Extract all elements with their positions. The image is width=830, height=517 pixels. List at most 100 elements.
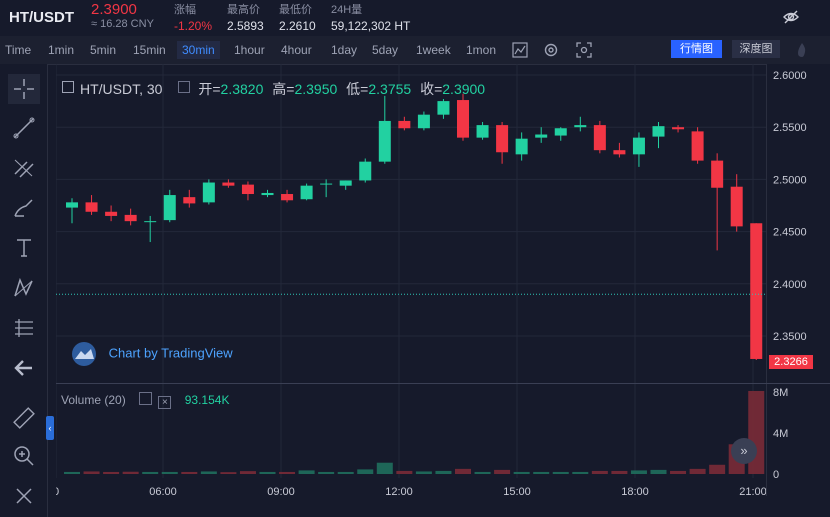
volume-bar	[357, 469, 374, 474]
volume-tick-label: 4M	[773, 428, 788, 440]
text-icon[interactable]	[12, 236, 36, 260]
interval-1min[interactable]: 1min	[48, 43, 74, 57]
legend-low-label: 低=	[346, 81, 369, 97]
interval-15min[interactable]: 15min	[133, 43, 166, 57]
volume-bar	[239, 471, 256, 474]
candle-body	[183, 197, 196, 204]
volume-bar	[318, 471, 335, 474]
volume-bar	[455, 468, 471, 474]
volume-bar	[181, 471, 198, 474]
volume-bar	[689, 468, 706, 474]
candle-body	[320, 183, 333, 185]
stat-label: 涨幅	[174, 4, 196, 16]
legend-settings-icon[interactable]	[178, 81, 191, 93]
candle-body	[554, 128, 567, 136]
candle-body	[417, 114, 430, 129]
candlesticks	[66, 93, 763, 361]
settings-icon[interactable]	[543, 42, 559, 58]
candle-body	[300, 185, 313, 200]
interval-1day[interactable]: 1day	[331, 43, 357, 57]
time-tick-label: 09:00	[267, 486, 295, 496]
drawing-toolbar	[0, 64, 48, 517]
pair-name[interactable]: HT/USDT	[9, 9, 74, 26]
volume-value: 93.154K	[184, 393, 230, 407]
price-tick-label: 2.6000	[773, 70, 807, 82]
volume-bar	[611, 470, 628, 474]
candle-body	[261, 192, 274, 196]
candle-body	[437, 101, 450, 115]
candle-body	[632, 137, 645, 155]
price-axis[interactable]: 2.6000 2.5500 2.5000 2.4500 2.4000 2.3500 8M 4M…	[766, 64, 830, 496]
candle-body	[613, 150, 626, 155]
volume-bar	[474, 471, 491, 474]
trendline-icon[interactable]	[12, 116, 36, 140]
crosshair-icon[interactable]	[8, 74, 40, 104]
candle-body	[105, 211, 118, 216]
candle-body	[85, 202, 98, 212]
legend-close: 2.3900	[442, 81, 486, 97]
candle-body	[750, 223, 763, 359]
flame-icon[interactable]	[794, 42, 810, 58]
stat-volume: 24H量 59,122,302 HT	[331, 1, 410, 33]
interval-30min[interactable]: 30min	[177, 41, 220, 59]
volume-bar	[64, 471, 80, 474]
legend-close-label: 收=	[420, 81, 443, 97]
interval-1week[interactable]: 1week	[416, 43, 451, 57]
measure-icon[interactable]	[12, 316, 36, 340]
stat-value: 2.2610	[279, 19, 316, 33]
magnet-icon[interactable]	[12, 484, 36, 508]
volume-bar	[591, 470, 608, 474]
back-arrow-icon[interactable]	[12, 356, 36, 380]
candle-body	[672, 127, 685, 130]
brush-icon[interactable]	[12, 196, 36, 220]
interval-4hour[interactable]: 4hour	[281, 43, 312, 57]
legend-open: 2.3820	[220, 81, 264, 97]
legend-low: 2.3755	[368, 81, 412, 97]
scroll-to-realtime-button[interactable]: »	[731, 438, 757, 464]
price-tick-label: 2.5500	[773, 122, 807, 134]
price-chart[interactable]: 0 06:00 09:00 12:00 15:00 18:00 21:00	[56, 64, 766, 496]
legend-collapse-icon[interactable]	[62, 81, 74, 93]
volume-tick-label: 8M	[773, 387, 788, 399]
interval-5min[interactable]: 5min	[90, 43, 116, 57]
ruler-icon[interactable]	[12, 406, 36, 430]
volume-legend: Volume (20) × 93.154K	[61, 392, 229, 409]
candle-body	[281, 194, 294, 201]
interval-1hour[interactable]: 1hour	[234, 43, 265, 57]
volume-bar	[103, 471, 120, 474]
candle-body	[574, 125, 587, 128]
volume-bar	[220, 472, 237, 474]
tradingview-watermark[interactable]: Chart by TradingView	[69, 342, 233, 366]
fib-icon[interactable]	[12, 156, 36, 180]
market-chart-button[interactable]: 行情图	[671, 40, 722, 58]
volume-bar	[259, 471, 276, 474]
pattern-icon[interactable]	[12, 276, 36, 300]
interval-5day[interactable]: 5day	[372, 43, 398, 57]
interval-1mon[interactable]: 1mon	[466, 43, 496, 57]
legend-high: 2.3950	[294, 81, 338, 97]
volume-bar	[83, 471, 100, 474]
eye-off-icon[interactable]	[782, 8, 800, 26]
indicator-icon[interactable]	[512, 42, 528, 58]
interval-time[interactable]: Time	[5, 43, 31, 57]
candle-body	[496, 125, 509, 153]
depth-chart-button[interactable]: 深度图	[732, 40, 780, 58]
volume-settings-icon[interactable]	[139, 392, 153, 405]
time-tick-label: 15:00	[503, 486, 531, 496]
candle-body	[652, 126, 665, 137]
stat-value: -1.20%	[174, 19, 213, 33]
candle-body	[202, 182, 215, 203]
pane-separator[interactable]	[56, 383, 830, 384]
candle-body	[378, 120, 391, 162]
screenshot-icon[interactable]	[576, 42, 592, 58]
stat-value: 2.5893	[227, 19, 264, 33]
stat-value: 59,122,302 HT	[331, 19, 411, 33]
collapse-handle[interactable]: ‹	[46, 416, 54, 440]
candle-body	[222, 182, 235, 186]
volume-bar	[279, 471, 296, 474]
cny-price: ≈ 16.28 CNY	[91, 18, 154, 30]
volume-bar	[122, 471, 139, 474]
volume-close-icon[interactable]: ×	[158, 396, 172, 409]
zoom-icon[interactable]	[12, 444, 36, 468]
last-price: 2.3900	[91, 1, 137, 18]
